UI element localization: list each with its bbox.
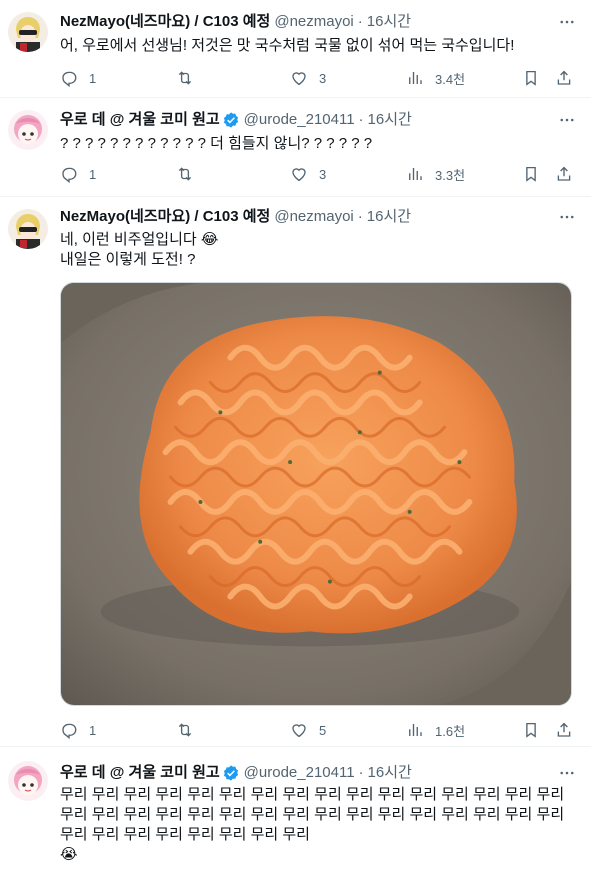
bookmark-icon — [522, 721, 540, 739]
tweet-header: 우로 데 @ 겨울 코미 원고 @urode_210411 · 16시간 — [60, 110, 551, 130]
reply-count: 1 — [89, 722, 97, 738]
tweet-text: ? ? ? ? ? ? ? ? ? ? ? ? 더 힘들지 않니? ? ? ? … — [60, 135, 373, 152]
share-button[interactable] — [555, 69, 573, 87]
bookmark-icon — [522, 69, 540, 87]
more-icon[interactable] — [557, 12, 577, 32]
reply-button[interactable]: 1 — [60, 165, 96, 183]
reply-icon — [60, 165, 78, 183]
verified-icon — [223, 765, 238, 781]
like-button[interactable]: 5 — [290, 721, 326, 739]
bookmark-button[interactable] — [522, 165, 540, 183]
tweet-3[interactable]: NezMayo(네즈마요) / C103 예정 @nezmayoi · 16시간… — [0, 197, 591, 745]
retweet-button[interactable] — [176, 69, 194, 87]
reply-button[interactable]: 1 — [60, 69, 96, 87]
timestamp[interactable]: 16시간 — [368, 110, 412, 130]
view-count: 1.6천 — [435, 723, 466, 739]
user-handle[interactable]: @nezmayoi — [274, 12, 353, 32]
bookmark-icon — [522, 165, 540, 183]
separator-dot: · — [358, 111, 364, 128]
bookmark-button[interactable] — [522, 69, 540, 87]
avatar-urode[interactable] — [8, 110, 48, 150]
retweet-icon — [176, 165, 194, 183]
retweet-button[interactable] — [176, 165, 194, 183]
views-icon — [406, 69, 424, 87]
tweet-actions: 1 5 1.6천 — [60, 720, 578, 740]
like-button[interactable]: 3 — [290, 69, 326, 87]
tweet-4[interactable]: 우로 데 @ 겨울 코미 원고 @urode_210411 · 16시간 무리 … — [0, 747, 591, 872]
share-icon — [555, 165, 573, 183]
timestamp[interactable]: 16시간 — [367, 207, 411, 227]
tweet-text: 무리 무리 무리 무리 무리 무리 무리 무리 무리 무리 무리 무리 무리 무… — [60, 786, 565, 863]
like-button[interactable]: 3 — [290, 165, 326, 183]
like-icon — [290, 165, 308, 183]
separator-dot: · — [358, 764, 364, 781]
display-name[interactable]: NezMayo(네즈마요) / C103 예정 — [60, 207, 270, 227]
tweet-1[interactable]: NezMayo(네즈마요) / C103 예정 @nezmayoi · 16시간… — [0, 0, 591, 96]
like-count: 5 — [319, 722, 327, 738]
view-count: 3.4천 — [435, 71, 466, 87]
tweet-photo[interactable] — [60, 282, 572, 706]
display-name[interactable]: 우로 데 @ 겨울 코미 원고 — [60, 763, 220, 783]
display-name[interactable]: NezMayo(네즈마요) / C103 예정 — [60, 12, 270, 32]
view-count: 3.3천 — [435, 167, 466, 183]
views-button[interactable]: 3.4천 — [406, 69, 465, 88]
more-icon[interactable] — [557, 763, 577, 783]
views-button[interactable]: 1.6천 — [406, 721, 465, 740]
separator-dot: · — [357, 13, 363, 30]
verified-icon — [223, 112, 238, 128]
user-handle[interactable]: @urode_210411 — [244, 110, 355, 130]
share-icon — [555, 721, 573, 739]
share-button[interactable] — [555, 165, 573, 183]
retweet-icon — [176, 721, 194, 739]
timestamp[interactable]: 16시간 — [368, 763, 412, 783]
tweet-text: 네, 이런 비주얼입니다 😂 내일은 이렇게 도전! ? — [60, 231, 219, 268]
share-button[interactable] — [555, 721, 573, 739]
views-icon — [406, 165, 424, 183]
views-icon — [406, 721, 424, 739]
bookmark-button[interactable] — [522, 721, 540, 739]
tweet-2[interactable]: 우로 데 @ 겨울 코미 원고 @urode_210411 · 16시간 ? ?… — [0, 98, 591, 196]
reply-icon — [60, 721, 78, 739]
retweet-icon — [176, 69, 194, 87]
like-count: 3 — [319, 70, 327, 86]
more-icon[interactable] — [557, 110, 577, 130]
tweet-actions: 1 3 3.4천 — [60, 68, 578, 88]
like-icon — [290, 721, 308, 739]
display-name[interactable]: 우로 데 @ 겨울 코미 원고 — [60, 110, 220, 130]
user-handle[interactable]: @urode_210411 — [244, 763, 355, 783]
tweet-actions: 1 3 3.3천 — [60, 164, 578, 184]
retweet-button[interactable] — [176, 721, 194, 739]
more-icon[interactable] — [557, 207, 577, 227]
tweet-header: 우로 데 @ 겨울 코미 원고 @urode_210411 · 16시간 — [60, 763, 551, 783]
reply-count: 1 — [89, 166, 97, 182]
like-icon — [290, 69, 308, 87]
avatar-nezmayo[interactable] — [8, 209, 48, 249]
separator-dot: · — [357, 208, 363, 225]
reply-button[interactable]: 1 — [60, 721, 96, 739]
reply-count: 1 — [89, 70, 97, 86]
tweet-text: 어, 우로에서 선생님! 저것은 맛 국수처럼 국물 없이 섞어 먹는 국수입니… — [60, 37, 515, 54]
reply-icon — [60, 69, 78, 87]
avatar-urode[interactable] — [8, 761, 48, 801]
tweet-header: NezMayo(네즈마요) / C103 예정 @nezmayoi · 16시간 — [60, 207, 551, 227]
share-icon — [555, 69, 573, 87]
tweet-header: NezMayo(네즈마요) / C103 예정 @nezmayoi · 16시간 — [60, 12, 551, 32]
avatar-nezmayo[interactable] — [8, 12, 48, 52]
user-handle[interactable]: @nezmayoi — [274, 207, 353, 227]
views-button[interactable]: 3.3천 — [406, 165, 465, 184]
timestamp[interactable]: 16시간 — [367, 12, 411, 32]
noodle-photo — [61, 283, 571, 705]
like-count: 3 — [319, 166, 327, 182]
